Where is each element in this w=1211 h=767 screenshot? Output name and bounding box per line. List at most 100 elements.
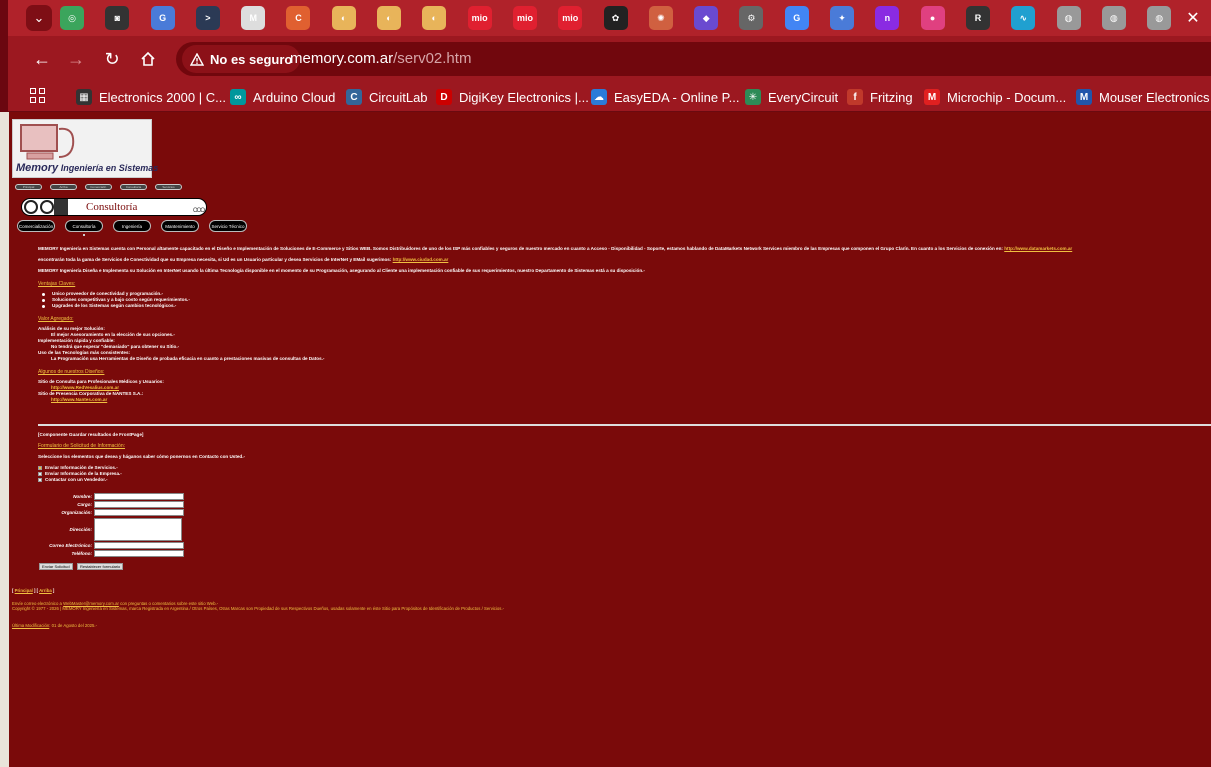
tab-list: ◎ ◙ G > M C ◐ ◐ ◐ mio mio mio ✿ ✺ ◆ ⚙ G ✦ n ● R ∿ ◍ ◍ ◍ — [60, 6, 1192, 30]
tab-4[interactable]: > — [195, 6, 220, 30]
tab-19[interactable]: n — [875, 6, 900, 30]
checkbox[interactable] — [38, 477, 42, 482]
tab-17[interactable]: G — [784, 6, 809, 30]
bookmark-3[interactable]: C CircuitLab — [346, 87, 428, 107]
bookmark-8[interactable]: M Microchip - Docum... — [924, 87, 1066, 107]
tab-13[interactable]: ✿ — [603, 6, 628, 30]
tab-11[interactable]: mio — [512, 6, 537, 30]
submit-button[interactable]: Enviar Solicitud — [39, 563, 73, 570]
list-item: Upgrades de los Sistemas según cambios t… — [42, 303, 1198, 309]
frontpage-note: [Componente Guardar resultados de FrontP… — [38, 432, 144, 437]
mini-nav-button[interactable]: Arriba — [50, 184, 77, 190]
mini-nav-button[interactable]: Consultoría — [120, 184, 147, 190]
tab-18[interactable]: ✦ — [830, 6, 855, 30]
tab-24[interactable]: ◍ — [1101, 6, 1126, 30]
bookmark-4[interactable]: D DigiKey Electronics |... — [436, 87, 589, 107]
section-nav-button[interactable]: Ingeniería — [113, 220, 151, 232]
section-nav-button[interactable]: Mantenimiento — [161, 220, 199, 232]
tab-12[interactable]: mio — [558, 6, 583, 30]
footer-modified: Última Modificación: 01 de Agosto del 20… — [12, 623, 98, 628]
arriba-link[interactable]: Arriba — [39, 588, 52, 593]
tab-2[interactable]: ◙ — [105, 6, 130, 30]
checkbox-label: Enviar Información de la Empresa.- — [45, 471, 122, 476]
reload-button[interactable]: ↻ — [100, 47, 124, 71]
intro-paragraph-2: encontrarán toda la gama de Servicios de… — [38, 257, 449, 262]
mini-nav-button[interactable]: Principal — [15, 184, 42, 190]
tab-22[interactable]: ∿ — [1011, 6, 1036, 30]
mio-icon: mio — [562, 13, 579, 23]
tab-23[interactable]: ◍ — [1056, 6, 1081, 30]
datamarkets-link[interactable]: http://www.datamarkets.com.ar — [1004, 246, 1072, 251]
address-bar[interactable]: No es seguro memory.com.ar/serv02.htm — [176, 42, 1211, 76]
tab-search-button[interactable]: ⌄ — [26, 5, 52, 31]
bookmark-9[interactable]: M Mouser Electronics — [1076, 87, 1210, 107]
bookmark-6[interactable]: ✳ EveryCircuit — [745, 87, 838, 107]
back-button[interactable]: ← — [30, 47, 54, 71]
home-icon — [141, 51, 155, 66]
mini-nav-button[interactable]: Comercializ. — [85, 184, 112, 190]
home-button[interactable] — [136, 47, 160, 71]
pie-icon: ◐ — [341, 13, 347, 23]
mio-icon: mio — [471, 13, 488, 23]
apps-button[interactable] — [30, 88, 48, 106]
mini-nav: Principal Arriba Comercializ. Consultoría Se… — [15, 184, 182, 190]
checkbox[interactable] — [38, 465, 42, 470]
design-link[interactable]: http://www.RedVesalius.com.ar — [51, 385, 119, 390]
close-tab-button[interactable]: ✕ — [1181, 6, 1205, 30]
cargo-input[interactable] — [94, 501, 184, 508]
organizacion-row: Organización: — [38, 509, 208, 517]
url-text[interactable]: memory.com.ar/serv02.htm — [290, 50, 471, 67]
bookmark-1[interactable]: ▦ Electronics 2000 | C... — [76, 87, 226, 107]
footer-copyright: Copyright © 1977 - 2026 | MEMORY Ingenie… — [12, 606, 505, 611]
tab-16[interactable]: ⚙ — [739, 6, 764, 30]
tab-7[interactable]: ◐ — [331, 6, 356, 30]
mini-nav-button[interactable]: Servicios — [155, 184, 182, 190]
telefono-input[interactable] — [94, 550, 184, 557]
tab-20[interactable]: ● — [920, 6, 945, 30]
tab-21[interactable]: R — [965, 6, 990, 30]
design-link[interactable]: http://www.Nantes.com.ar — [51, 397, 107, 402]
logo-text: Memory Ingeniería en Sistemas — [16, 162, 159, 174]
checkbox-group: Enviar Información de Servicios.- Enviar … — [38, 465, 1198, 483]
tab-10[interactable]: mio — [467, 6, 492, 30]
clock-icon — [24, 200, 38, 214]
list-item-body: La Programación usa Herramientas de Dise… — [51, 356, 325, 361]
openai-icon: ✿ — [611, 12, 620, 23]
bookmark-7[interactable]: f Fritzing — [847, 87, 913, 107]
tab-9[interactable]: ◐ — [422, 6, 447, 30]
arduino-icon: ∞ — [230, 89, 246, 105]
reset-button[interactable]: Restablecer formulario — [77, 563, 124, 570]
ventajas-list: Unico proveedor de conectividad y progra… — [38, 291, 1198, 309]
tab-6[interactable]: C — [286, 6, 311, 30]
nombre-input[interactable] — [94, 493, 184, 500]
tab-5[interactable]: M — [241, 6, 266, 30]
tab-8[interactable]: ◐ — [377, 6, 402, 30]
correo-input[interactable] — [94, 542, 184, 549]
section-nav-button[interactable]: Comercialización — [17, 220, 55, 232]
telefono-row: Teléfono: — [38, 550, 208, 558]
ciudad-link[interactable]: http://www.ciudad.com.ar — [393, 257, 449, 262]
bookmark-5[interactable]: ☁ EasyEDA - Online P... — [591, 87, 740, 107]
disenos-heading: Algunos de nuestros Diseños: — [38, 369, 105, 375]
direccion-textarea[interactable] — [94, 518, 182, 541]
tab-3[interactable]: G — [150, 6, 175, 30]
site-info-chip[interactable]: No es seguro — [182, 45, 301, 73]
bookmark-2[interactable]: ∞ Arduino Cloud — [230, 87, 335, 107]
tab-1[interactable]: ◎ — [60, 6, 84, 30]
tab-14[interactable]: ✺ — [648, 6, 673, 30]
tab-25[interactable]: ◍ — [1147, 6, 1172, 30]
bookmark-label: Microchip - Docum... — [947, 89, 1067, 105]
banner-title: Consultoría — [86, 201, 138, 213]
terminal-icon: > — [205, 13, 211, 23]
close-icon: ✕ — [1186, 10, 1200, 27]
sun-icon: ✺ — [657, 12, 665, 23]
checkbox[interactable] — [38, 471, 42, 476]
principal-link[interactable]: Principal — [15, 588, 33, 593]
tab-15[interactable]: ◆ — [694, 6, 719, 30]
forward-button[interactable]: → — [64, 47, 88, 71]
page-banner: Consultoría OOO — [21, 198, 207, 216]
organizacion-input[interactable] — [94, 509, 184, 516]
section-nav-button[interactable]: Consultoría — [65, 220, 103, 232]
section-nav-button[interactable]: Servicio Técnico — [209, 220, 247, 232]
site-logo[interactable]: Memory Ingeniería en Sistemas — [12, 119, 158, 178]
